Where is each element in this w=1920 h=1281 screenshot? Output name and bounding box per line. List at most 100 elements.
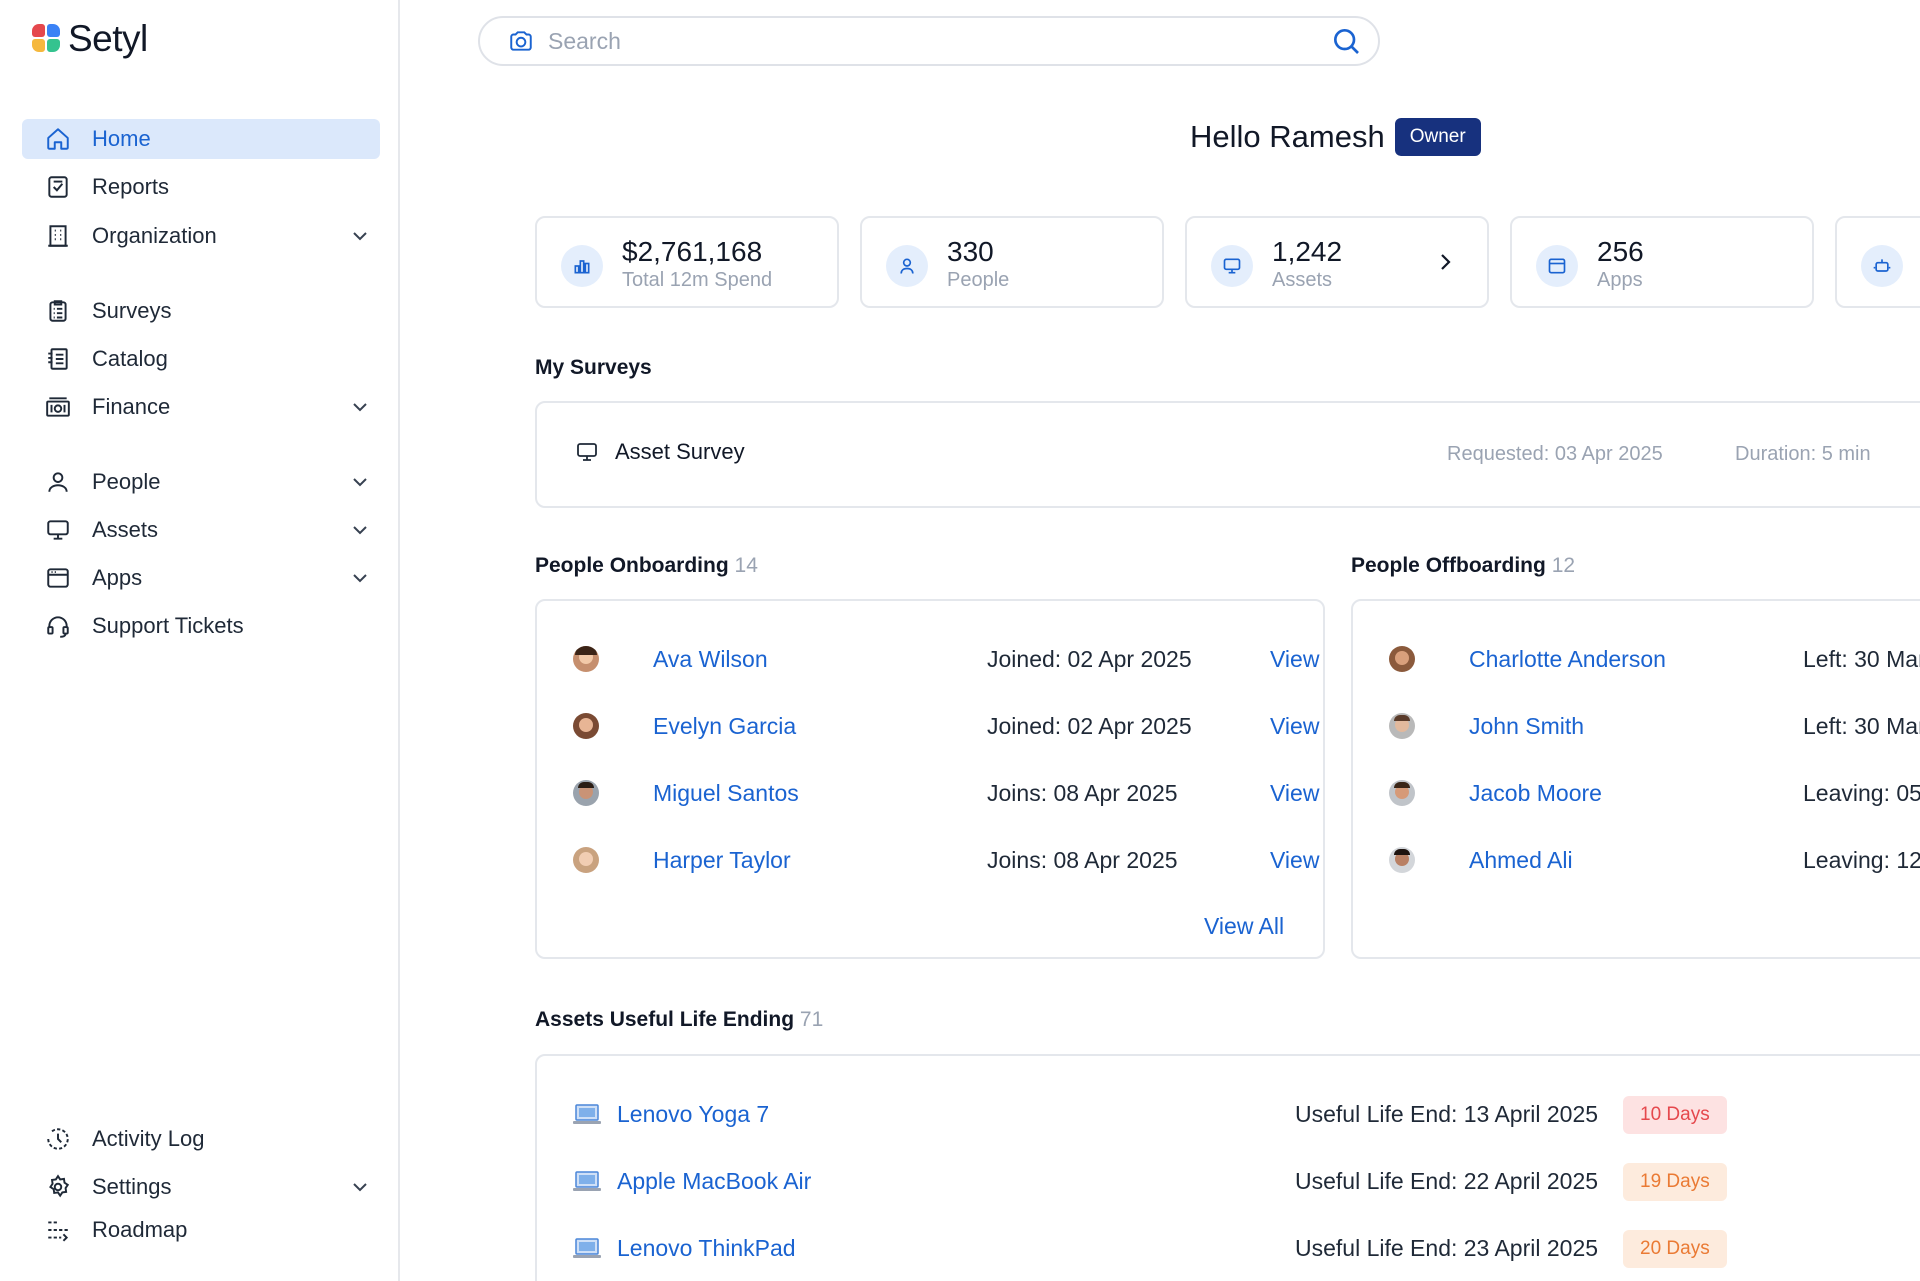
brand-name: Setyl bbox=[68, 18, 148, 59]
view-link[interactable]: View bbox=[1270, 780, 1319, 807]
person-name[interactable]: Ava Wilson bbox=[653, 646, 768, 673]
sidebar-item-home[interactable]: Home bbox=[22, 119, 380, 159]
roadmap-icon bbox=[44, 1216, 72, 1244]
stat-card-people[interactable]: 330 People bbox=[860, 216, 1164, 308]
sidebar-item-settings[interactable]: Settings bbox=[22, 1167, 380, 1207]
home-icon bbox=[44, 125, 72, 153]
role-badge: Owner bbox=[1394, 118, 1481, 156]
onboarding-card: Ava Wilson Joined: 02 Apr 2025 View Evel… bbox=[535, 599, 1325, 959]
chevron-down-icon[interactable] bbox=[348, 224, 372, 248]
chevron-right-icon[interactable] bbox=[1433, 250, 1457, 274]
surveys-title: My Surveys bbox=[535, 356, 652, 380]
chevron-down-icon[interactable] bbox=[348, 566, 372, 590]
asset-name[interactable]: Apple MacBook Air bbox=[617, 1168, 811, 1195]
stat-card-partial[interactable] bbox=[1835, 216, 1920, 308]
stat-card-spend[interactable]: $2,761,168 Total 12m Spend bbox=[535, 216, 839, 308]
section-count: 14 bbox=[734, 554, 758, 577]
building-icon bbox=[44, 222, 72, 250]
main-nav: Home Reports Organization Surveys Catalo… bbox=[22, 119, 380, 646]
section-count: 12 bbox=[1551, 554, 1576, 577]
person-date: Joins: 08 Apr 2025 bbox=[987, 846, 1178, 873]
sidebar-item-people[interactable]: People bbox=[22, 462, 380, 502]
table-row[interactable]: Lenovo Yoga 7 Useful Life End: 13 April … bbox=[537, 1094, 1920, 1134]
sidebar-item-label: Organization bbox=[92, 223, 217, 248]
person-name[interactable]: Ahmed Ali bbox=[1469, 847, 1573, 874]
list-item[interactable]: Jacob Moore Leaving: 05 Ap bbox=[1389, 773, 1920, 813]
stat-value: 330 bbox=[947, 236, 994, 267]
history-icon bbox=[44, 1125, 72, 1153]
chevron-down-icon[interactable] bbox=[348, 518, 372, 542]
table-row[interactable]: Lenovo ThinkPad Useful Life End: 23 Apri… bbox=[537, 1228, 1920, 1268]
person-date: Joined: 02 Apr 2025 bbox=[987, 645, 1192, 672]
app-window-icon bbox=[44, 564, 72, 592]
list-item[interactable]: Ava Wilson Joined: 02 Apr 2025 View bbox=[573, 639, 1319, 679]
offboarding-card: Charlotte Anderson Left: 30 Mar 20 John … bbox=[1351, 599, 1920, 959]
sidebar-item-assets[interactable]: Assets bbox=[22, 510, 380, 550]
camera-icon[interactable] bbox=[506, 26, 536, 56]
logo[interactable]: Setyl bbox=[32, 18, 148, 60]
list-item[interactable]: Ahmed Ali Leaving: 12 Apr bbox=[1389, 840, 1920, 880]
greeting-text: Hello Ramesh bbox=[1190, 119, 1385, 154]
days-badge: 10 Days bbox=[1623, 1096, 1727, 1134]
assets-ending-card: Lenovo Yoga 7 Useful Life End: 13 April … bbox=[535, 1054, 1920, 1281]
sidebar-item-catalog[interactable]: Catalog bbox=[22, 339, 380, 379]
list-item[interactable]: Evelyn Garcia Joined: 02 Apr 2025 View bbox=[573, 706, 1319, 746]
clipboard-icon bbox=[44, 297, 72, 325]
asset-name[interactable]: Lenovo ThinkPad bbox=[617, 1235, 796, 1262]
view-link[interactable]: View bbox=[1270, 713, 1319, 740]
view-link[interactable]: View bbox=[1270, 847, 1319, 874]
gear-icon bbox=[44, 1173, 72, 1201]
sidebar: Setyl Home Reports Organization Surveys … bbox=[0, 0, 400, 1281]
avatar bbox=[573, 713, 599, 739]
offboarding-title: People Offboarding 12 bbox=[1351, 554, 1575, 578]
person-name[interactable]: Evelyn Garcia bbox=[653, 713, 796, 740]
section-title-text: My Surveys bbox=[535, 356, 652, 379]
survey-item[interactable]: Asset Survey bbox=[575, 439, 745, 465]
sidebar-item-label: Finance bbox=[92, 394, 171, 419]
stat-card-assets[interactable]: 1,242 Assets bbox=[1185, 216, 1489, 308]
section-count: 71 bbox=[799, 1008, 824, 1031]
view-link[interactable]: View bbox=[1270, 646, 1319, 673]
bottom-nav: Activity Log Settings Roadmap bbox=[22, 1119, 380, 1250]
sidebar-item-roadmap[interactable]: Roadmap bbox=[22, 1210, 380, 1250]
sidebar-item-organization[interactable]: Organization bbox=[22, 216, 380, 256]
chevron-down-icon[interactable] bbox=[348, 1175, 372, 1199]
person-name[interactable]: Jacob Moore bbox=[1469, 780, 1602, 807]
list-item[interactable]: Miguel Santos Joins: 08 Apr 2025 View bbox=[573, 773, 1319, 813]
sidebar-item-finance[interactable]: Finance bbox=[22, 387, 380, 427]
chevron-down-icon[interactable] bbox=[348, 395, 372, 419]
search-icon[interactable] bbox=[1330, 25, 1362, 57]
onboarding-title: People Onboarding 14 bbox=[535, 554, 758, 578]
sidebar-item-support-tickets[interactable]: Support Tickets bbox=[22, 606, 380, 646]
sidebar-item-label: Assets bbox=[92, 517, 159, 542]
sidebar-item-reports[interactable]: Reports bbox=[22, 167, 380, 207]
stat-value: 1,242 bbox=[1272, 236, 1343, 267]
survey-card[interactable]: Asset Survey Requested: 03 Apr 2025 Dura… bbox=[535, 401, 1920, 508]
table-row[interactable]: Apple MacBook Air Useful Life End: 22 Ap… bbox=[537, 1161, 1920, 1201]
search-bar[interactable] bbox=[478, 16, 1380, 66]
person-name[interactable]: Harper Taylor bbox=[653, 847, 791, 874]
list-item[interactable]: Harper Taylor Joins: 08 Apr 2025 View bbox=[573, 840, 1319, 880]
person-name[interactable]: John Smith bbox=[1469, 713, 1584, 740]
view-all-link[interactable]: View All bbox=[1204, 913, 1284, 940]
app-window-icon bbox=[1536, 245, 1578, 287]
sidebar-item-apps[interactable]: Apps bbox=[22, 558, 380, 598]
list-item[interactable]: Charlotte Anderson Left: 30 Mar 20 bbox=[1389, 639, 1920, 679]
laptop-icon bbox=[573, 1238, 601, 1258]
asset-name[interactable]: Lenovo Yoga 7 bbox=[617, 1101, 769, 1128]
sidebar-item-surveys[interactable]: Surveys bbox=[22, 291, 380, 331]
section-title-text: People Offboarding bbox=[1351, 554, 1546, 577]
avatar bbox=[573, 847, 599, 873]
stat-label: People bbox=[947, 269, 1010, 291]
person-name[interactable]: Charlotte Anderson bbox=[1469, 646, 1666, 673]
stat-card-apps[interactable]: 256 Apps bbox=[1510, 216, 1814, 308]
list-item[interactable]: John Smith Left: 30 Mar 20 bbox=[1389, 706, 1920, 746]
chevron-down-icon[interactable] bbox=[348, 470, 372, 494]
person-name[interactable]: Miguel Santos bbox=[653, 780, 799, 807]
section-title-text: Assets Useful Life Ending bbox=[535, 1008, 795, 1031]
asset-life-end: Useful Life End: 13 April 2025 bbox=[1295, 1101, 1599, 1127]
sidebar-item-label: Support Tickets bbox=[92, 613, 244, 638]
laptop-icon bbox=[573, 1104, 601, 1124]
sidebar-item-activity-log[interactable]: Activity Log bbox=[22, 1119, 380, 1159]
search-input[interactable] bbox=[548, 27, 1328, 55]
